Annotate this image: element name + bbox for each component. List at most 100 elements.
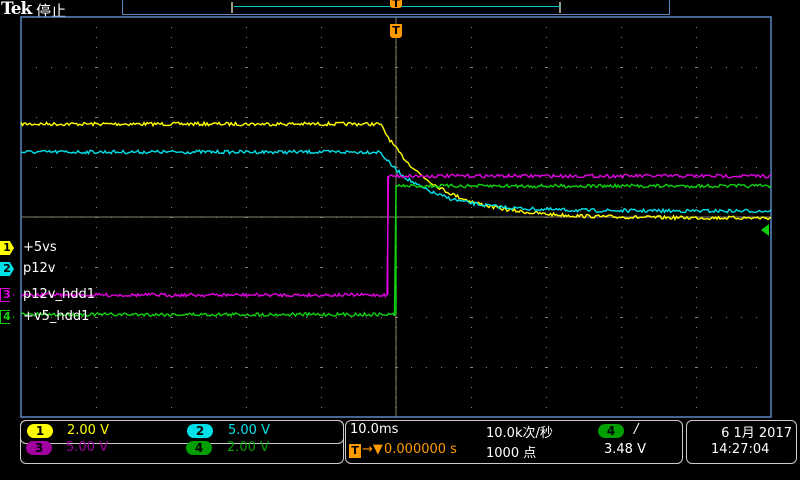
grid-dot <box>696 147 697 148</box>
grid-cross <box>95 117 98 118</box>
grid-dot <box>621 247 622 248</box>
ch4-ground-marker[interactable]: 4 <box>0 310 14 324</box>
grid-dot <box>426 317 427 318</box>
grid-dot <box>546 37 547 38</box>
grid-cross <box>320 367 323 368</box>
grid-dot <box>651 67 652 68</box>
grid-dot <box>546 377 547 378</box>
grid-dot <box>96 197 97 198</box>
grid-dot <box>201 317 202 318</box>
grid-dot <box>606 367 607 368</box>
grid-dot <box>246 27 247 28</box>
grid-dot <box>486 167 487 168</box>
grid-dot <box>171 127 172 128</box>
grid-dot <box>96 227 97 228</box>
grid-dot <box>351 367 352 368</box>
trigger-marker-icon[interactable]: T <box>390 24 402 38</box>
grid-cross <box>320 117 323 118</box>
grid-dot <box>471 57 472 58</box>
grid-cross <box>470 367 473 368</box>
grid-dot <box>471 357 472 358</box>
grid-dot <box>546 97 547 98</box>
grid-dot <box>471 277 472 278</box>
grid-dot <box>471 137 472 138</box>
ch1-ground-marker[interactable]: 1 <box>0 241 14 255</box>
grid-dot <box>696 247 697 248</box>
grid-dot <box>621 127 622 128</box>
grid-dot <box>36 117 37 118</box>
grid-dot <box>111 117 112 118</box>
grid-dot <box>321 157 322 158</box>
grid-dot <box>351 117 352 118</box>
grid-dot <box>291 67 292 68</box>
grid-dot <box>696 337 697 338</box>
grid-cross <box>170 267 173 268</box>
grid-dot <box>246 157 247 158</box>
grid-dot <box>96 357 97 358</box>
grid-dot <box>471 77 472 78</box>
grid-dot <box>156 317 157 318</box>
grid-dot <box>726 167 727 168</box>
grid-cross <box>245 367 248 368</box>
grid-dot <box>516 117 517 118</box>
grid-dot <box>576 117 577 118</box>
grid-dot <box>726 117 727 118</box>
grid-dot <box>81 367 82 368</box>
grid-dot <box>321 147 322 148</box>
grid-dot <box>696 77 697 78</box>
grid-cross <box>170 367 173 368</box>
grid-dot <box>246 387 247 388</box>
grid-dot <box>621 347 622 348</box>
grid-dot <box>576 317 577 318</box>
grid-dot <box>171 287 172 288</box>
grid-dot <box>141 367 142 368</box>
grid-dot <box>51 167 52 168</box>
grid-dot <box>651 117 652 118</box>
grid-dot <box>291 267 292 268</box>
grid-dot <box>576 267 577 268</box>
grid-dot <box>171 327 172 328</box>
trigger-source-badge[interactable]: 4 <box>598 424 624 438</box>
grid-dot <box>711 367 712 368</box>
grid-dot <box>321 347 322 348</box>
grid-cross <box>170 167 173 168</box>
grid-dot <box>111 67 112 68</box>
grid-dot <box>171 397 172 398</box>
grid-dot <box>411 67 412 68</box>
grid-cross <box>470 267 473 268</box>
grid-dot <box>96 397 97 398</box>
grid-dot <box>621 157 622 158</box>
grid-dot <box>411 267 412 268</box>
grid-dot <box>696 237 697 238</box>
ch3-ground-marker[interactable]: 3 <box>0 288 14 302</box>
vertical-panel-frame <box>20 420 344 464</box>
grid-dot <box>66 67 67 68</box>
trigger-slope-icon: / <box>634 422 639 437</box>
grid-dot <box>621 207 622 208</box>
grid-dot <box>666 367 667 368</box>
grid-dot <box>246 237 247 238</box>
grid-dot <box>621 397 622 398</box>
grid-dot <box>66 117 67 118</box>
grid-dot <box>156 67 157 68</box>
grid-dot <box>186 267 187 268</box>
grid-cross <box>695 267 698 268</box>
grid-dot <box>201 67 202 68</box>
grid-dot <box>276 67 277 68</box>
grid-dot <box>291 367 292 368</box>
grid-dot <box>561 367 562 368</box>
trigger-position-icon[interactable]: T <box>390 0 402 9</box>
grid-dot <box>336 367 337 368</box>
grid-dot <box>546 407 547 408</box>
grid-dot <box>471 307 472 308</box>
grid-dot <box>51 367 52 368</box>
grid-dot <box>681 67 682 68</box>
ch2-ground-marker[interactable]: 2 <box>0 262 14 276</box>
grid-dot <box>291 317 292 318</box>
grid-dot <box>546 107 547 108</box>
horizontal-panel[interactable]: 10.0ms T →▼ 0.000000 s 10.0k次/秒 1000 点 4… <box>345 420 683 464</box>
grid-dot <box>351 267 352 268</box>
grid-dot <box>321 87 322 88</box>
grid-dot <box>711 317 712 318</box>
grid-dot <box>246 247 247 248</box>
